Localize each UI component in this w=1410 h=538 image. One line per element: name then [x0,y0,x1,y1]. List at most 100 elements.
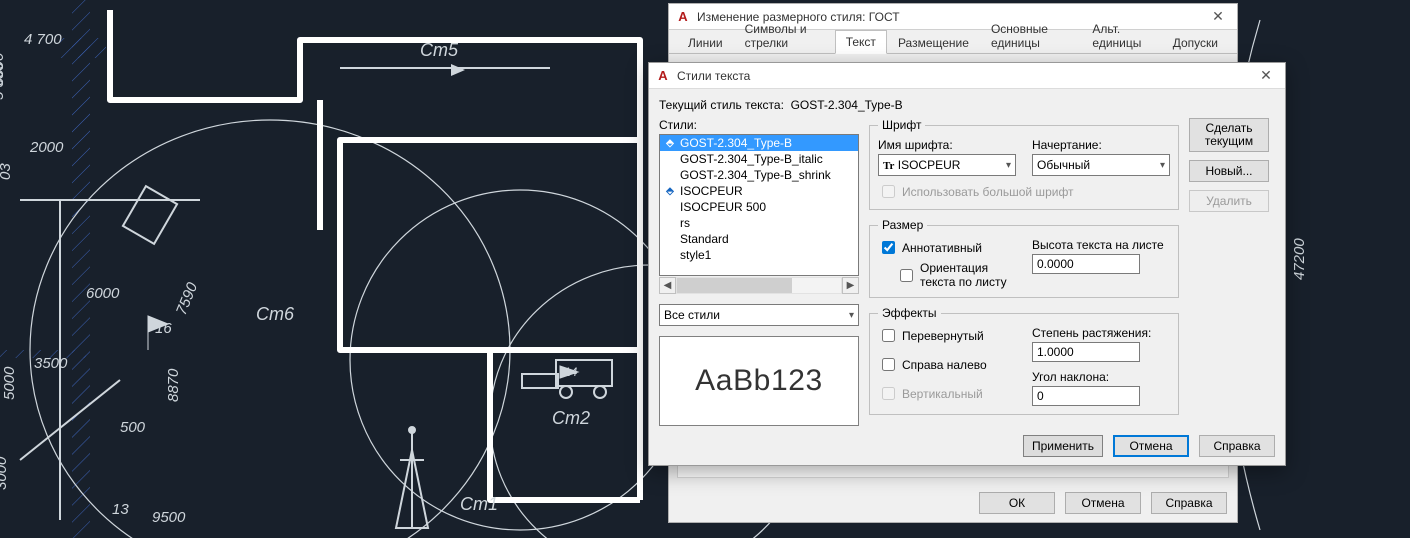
list-scrollbar[interactable]: ◀ ▶ [659,277,859,294]
annotative-label: Аннотативный [902,241,982,255]
style-item[interactable]: rs [660,215,858,231]
close-icon[interactable]: ✕ [1253,67,1279,84]
style-item[interactable]: ⬘GOST-2.304_Type-B [660,135,858,151]
oblique-label: Угол наклона: [1032,370,1170,384]
tab-text[interactable]: Текст [835,30,887,54]
cancel-button[interactable]: Отмена [1065,492,1141,514]
backwards-checkbox[interactable]: Справа налево [878,355,1016,374]
styles-label: Стили: [659,118,859,132]
cad-dim: 3500 [34,355,68,372]
titlebar[interactable]: A Стили текста ✕ [649,63,1285,89]
cad-dim: 3000 [0,456,10,490]
width-factor-input[interactable] [1032,342,1140,362]
effects-group: Эффекты Перевернутый Справа налево [869,306,1179,415]
upside-label: Перевернутый [902,329,984,343]
annotative-icon [664,169,676,181]
paper-height-label: Высота текста на листе [1032,238,1170,252]
tab-tol[interactable]: Допуски [1162,31,1229,54]
style-item-label: GOST-2.304_Type-B [680,136,792,150]
bigfont-checkbox-input [882,185,895,198]
style-preview: AaBb123 [659,336,859,426]
tab-primary[interactable]: Основные единицы [980,17,1081,54]
style-item[interactable]: Standard [660,231,858,247]
help-button[interactable]: Справка [1151,492,1227,514]
tab-alt[interactable]: Альт. единицы [1081,17,1161,54]
font-style-value: Обычный [1037,158,1090,172]
oblique-input[interactable] [1032,386,1140,406]
style-item[interactable]: style1 [660,247,858,263]
chevron-down-icon: ▾ [1160,160,1165,171]
cad-dim: 8870 [165,368,182,402]
size-group: Размер Аннотативный Ориентация текста по… [869,218,1179,298]
style-item-label: GOST-2.304_Type-B_shrink [680,168,831,182]
cad-label-ct6: Ст6 [256,304,295,324]
font-name-label: Имя шрифта: [878,138,1016,152]
vertical-checkbox-input [882,387,895,400]
style-item[interactable]: ⬘ ISOCPEUR [660,183,858,199]
font-group-label: Шрифт [878,118,925,132]
style-item[interactable]: GOST-2.304_Type-B_shrink [660,167,858,183]
style-item[interactable]: GOST-2.304_Type-B_italic [660,151,858,167]
styles-listbox[interactable]: ⬘GOST-2.304_Type-BGOST-2.304_Type-B_ital… [659,134,859,276]
style-item-label: ISOCPEUR [680,184,743,198]
width-factor-label: Степень растяжения: [1032,326,1170,340]
style-item[interactable]: ISOCPEUR 500 [660,199,858,215]
vertical-checkbox: Вертикальный [878,384,1016,403]
bigfont-label: Использовать большой шрифт [902,185,1074,199]
cad-dim: 2000 [29,139,64,156]
scroll-track[interactable] [676,277,842,294]
cad-label-ct5: Ст5 [420,40,459,60]
tab-lines[interactable]: Линии [677,31,734,54]
paper-height-input[interactable] [1032,254,1140,274]
style-item-label: style1 [680,248,711,262]
ok-button[interactable]: ОК [979,492,1055,514]
cad-label-ct1: Ст1 [460,494,498,514]
tab-symbols[interactable]: Символы и стрелки [734,17,835,54]
cad-dim: 5000 [1,366,18,400]
cad-dim: 500 [120,419,146,436]
apply-button[interactable]: Применить [1023,435,1103,457]
cad-dim: 4 700 [24,31,62,48]
annotative-icon [664,201,676,213]
style-item-label: ISOCPEUR 500 [680,200,766,214]
size-group-label: Размер [878,218,927,232]
backwards-label: Справа налево [902,358,987,372]
effects-group-label: Эффекты [878,306,941,320]
orient-label: Ориентация текста по листу [920,261,1016,289]
style-item-label: GOST-2.304_Type-B_italic [680,152,823,166]
cad-dim: 6000 [86,285,120,302]
upside-checkbox-input[interactable] [882,329,895,342]
chevron-down-icon: ▾ [1006,160,1011,171]
annotative-icon: ⬘ [664,185,676,197]
font-group: Шрифт Имя шрифта: Tr ISOCPEUR ▾ Начертан [869,118,1179,210]
bigfont-checkbox: Использовать большой шрифт [878,182,1170,201]
chevron-down-icon: ▾ [849,310,854,321]
scroll-left-icon[interactable]: ◀ [659,277,676,294]
style-filter-select[interactable]: Все стили ▾ [659,304,859,326]
help-button[interactable]: Справка [1199,435,1275,457]
backwards-checkbox-input[interactable] [882,358,895,371]
orient-checkbox[interactable]: Ориентация текста по листу [896,261,1016,289]
style-item-label: Standard [680,232,729,246]
cancel-button[interactable]: Отмена [1113,435,1189,457]
current-style-value: GOST-2.304_Type-B [791,98,903,112]
style-filter-value: Все стили [664,308,720,322]
annotative-checkbox[interactable]: Аннотативный [878,238,1016,257]
upside-checkbox[interactable]: Перевернутый [878,326,1016,345]
annotative-icon [664,217,676,229]
annotative-checkbox-input[interactable] [882,241,895,254]
orient-checkbox-input[interactable] [900,269,913,282]
cad-dim: 14 [564,365,578,379]
font-style-label: Начертание: [1032,138,1170,152]
scroll-right-icon[interactable]: ▶ [842,277,859,294]
cad-label-ct2: Ст2 [552,408,590,428]
font-name-select[interactable]: Tr ISOCPEUR ▾ [878,154,1016,176]
scroll-thumb[interactable] [677,278,792,293]
tab-fit[interactable]: Размещение [887,31,980,54]
close-icon[interactable]: ✕ [1205,8,1231,25]
set-current-button[interactable]: Сделать текущим [1189,118,1269,152]
font-style-select[interactable]: Обычный ▾ [1032,154,1170,176]
cad-dim: 03 [0,163,14,180]
new-style-button[interactable]: Новый... [1189,160,1269,182]
app-logo-icon: A [675,9,691,25]
